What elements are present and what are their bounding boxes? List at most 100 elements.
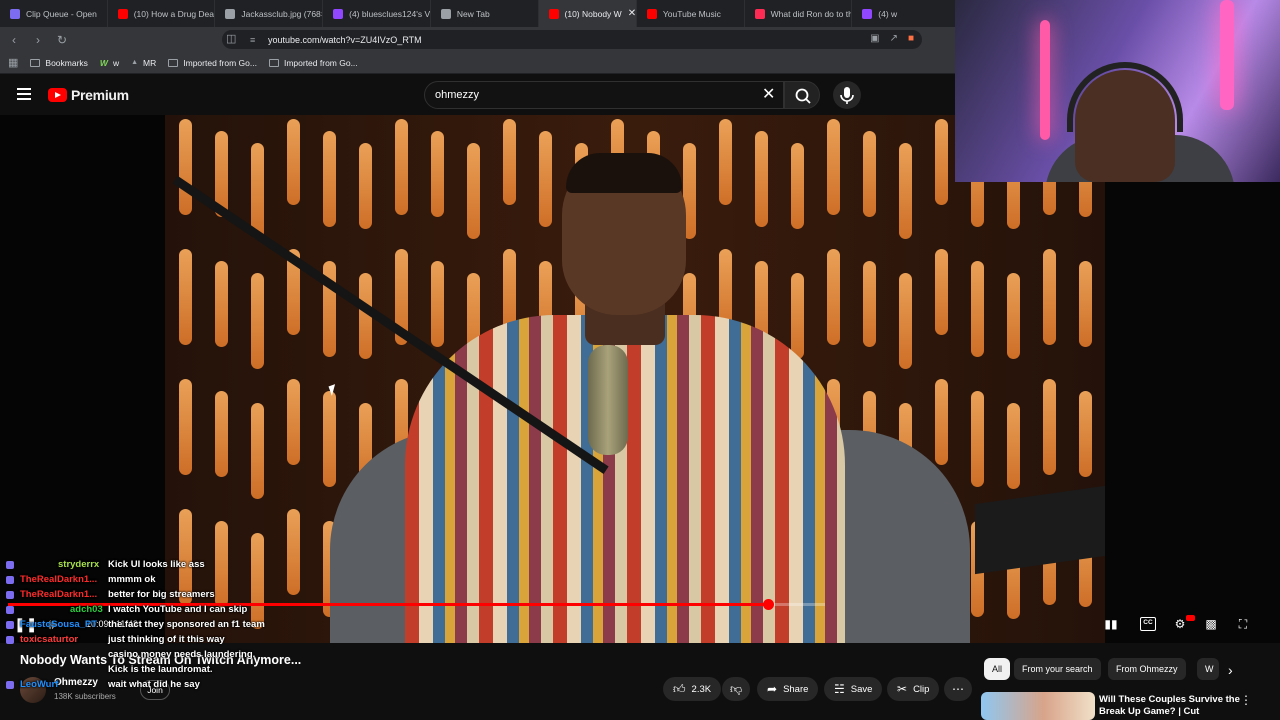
browser-tab[interactable]: (4) w [852,0,960,27]
chat-username: TheRealDarkn1... [20,574,98,585]
more-vertical-icon[interactable]: ⋮ [1240,693,1252,707]
chat-message: adch03 I watch YouTube and I can skip [0,603,320,618]
chevron-right-icon[interactable]: › [1228,662,1233,678]
chat-text: Kick UI looks like ass [108,559,205,570]
logo-text: Premium [71,87,129,103]
clip-button[interactable]: ✂ Clip [887,677,940,701]
tab-favicon-icon [754,8,765,19]
tab-label: (4) w [878,8,898,19]
miniplayer-icon[interactable]: ▩ [1203,617,1219,631]
tab-favicon-icon [862,8,873,19]
clear-search-icon[interactable]: ✕ [762,84,775,104]
chat-badge-icon [6,606,14,614]
wall-slat [287,119,300,205]
youtube-logo[interactable]: Premium [48,87,129,103]
chat-username: toxicsaturtor [20,634,79,645]
browser-tab[interactable]: Jackassclub.jpg (768× [215,0,324,27]
chat-message: Kick is the laundromat. [0,663,320,678]
browser-tab[interactable]: New Tab [431,0,539,27]
tab-favicon-icon [117,8,128,19]
wall-slat [539,131,552,227]
address-bar[interactable]: ◫ ≡ youtube.com/watch?v=ZU4IVzO_RTM ▣ ↗ … [222,30,922,49]
search-input[interactable]: ohmezzy [424,81,784,109]
recommended-thumbnail[interactable] [981,692,1095,720]
forward-icon[interactable]: › [28,33,48,47]
search-icon [795,88,811,104]
site-info-icon[interactable]: ≡ [250,35,255,45]
chat-badge-icon [6,681,14,689]
wall-slat [287,379,300,465]
youtube-play-icon [48,88,67,102]
wall-slat [215,261,228,347]
browser-tab[interactable]: YouTube Music [637,0,745,27]
browser-tab[interactable]: What did Ron do to th [745,0,853,27]
chat-message: TheRealDarkn1... better for big streamers [0,588,320,603]
bookmark-item[interactable]: ▲ MR [131,58,156,68]
chat-badge-icon [6,621,14,629]
wall-slat [359,143,372,229]
apps-grid-icon[interactable]: ▦ [8,56,18,69]
save-label: Save [850,683,873,695]
reload-icon[interactable]: ↻ [52,33,72,47]
screen: { "browser": { "tabs": [ {"label": "Clip… [0,0,1280,720]
bookmark-item[interactable]: Bookmarks [30,58,88,68]
scrubber-handle[interactable] [762,599,774,610]
chip-from-your-search[interactable]: From your search [1014,658,1101,680]
tab-favicon-icon [333,8,344,19]
fullscreen-icon[interactable]: ⛶ [1235,617,1251,631]
wall-slat [1079,391,1092,477]
share-button[interactable]: ➦ Share [757,677,819,701]
bookmark-star-icon[interactable]: ◫ [226,32,236,45]
tab-label: Clip Queue - Open [26,8,97,19]
extension-icon[interactable]: ■ [908,33,914,44]
wall-slat [179,249,192,345]
browser-tab[interactable]: (4) bluesclues124's Vid [323,0,431,27]
chip-all[interactable]: All [984,658,1011,680]
browser-tab[interactable]: Clip Queue - Open [0,0,108,27]
subscriber-count: 138K subscribers [54,692,116,701]
more-horizontal-icon: ⋯ [952,682,964,696]
wall-slat [755,131,768,227]
cast-icon[interactable]: ▣ [870,33,879,44]
captions-icon[interactable]: CC [1140,617,1156,631]
share-label: Share [783,683,809,695]
chat-message: TheRealDarkn1... mmmm ok [0,573,320,588]
bookmark-item[interactable]: Imported from Go... [168,58,257,68]
chat-message: LeoWurf wait what did he say [0,678,320,693]
save-button[interactable]: ☵ Save [824,677,883,701]
browser-tab[interactable]: (10) Nobody W ✕ [538,0,637,27]
chat-username: TheRealDarkn1... [20,589,98,600]
save-playlist-icon: ☵ [834,682,845,696]
like-button[interactable]: 👍︎ 2.3K [663,677,722,701]
menu-icon[interactable] [17,88,31,100]
wall-slat [827,249,840,345]
chat-text: wait what did he say [108,679,200,690]
more-actions-button[interactable]: ⋯ [944,677,972,701]
scissors-icon: ✂ [897,682,908,696]
autoplay-toggle-icon[interactable]: ▮▮ [1103,617,1119,631]
bookmark-item[interactable]: Imported from Go... [268,58,358,68]
wall-slat [251,143,264,239]
bookmark-label: Imported from Go... [183,57,257,68]
tab-favicon-icon [440,8,451,19]
chat-message: FaustoSousa_PT the fact they sponsored an… [0,618,320,633]
chat-message: stryderrx Kick UI looks like ass [0,558,320,573]
bookmark-item[interactable]: Ww [100,58,119,68]
browser-tab[interactable]: (10) How a Drug Deal [108,0,216,27]
dislike-button[interactable]: 👎︎ [722,677,751,701]
search-button[interactable] [784,81,820,109]
wall-slat [791,273,804,359]
chip-from-channel[interactable]: From Ohmezzy [1108,658,1186,680]
wall-slat [935,379,948,465]
recommended-title[interactable]: Will These Couples Survive the Break Up … [1099,694,1249,718]
chip-more[interactable]: W [1197,658,1219,680]
back-icon[interactable]: ‹ [4,33,24,47]
folder-icon [268,58,279,67]
share-page-icon[interactable]: ↗ [890,33,898,44]
chat-username: adch03 [70,604,103,615]
wall-slat [899,273,912,369]
chat-badge-icon [6,561,14,569]
voice-search-button[interactable] [833,81,861,109]
like-count: 2.3K [691,683,712,695]
close-tab-icon[interactable]: ✕ [628,8,636,19]
